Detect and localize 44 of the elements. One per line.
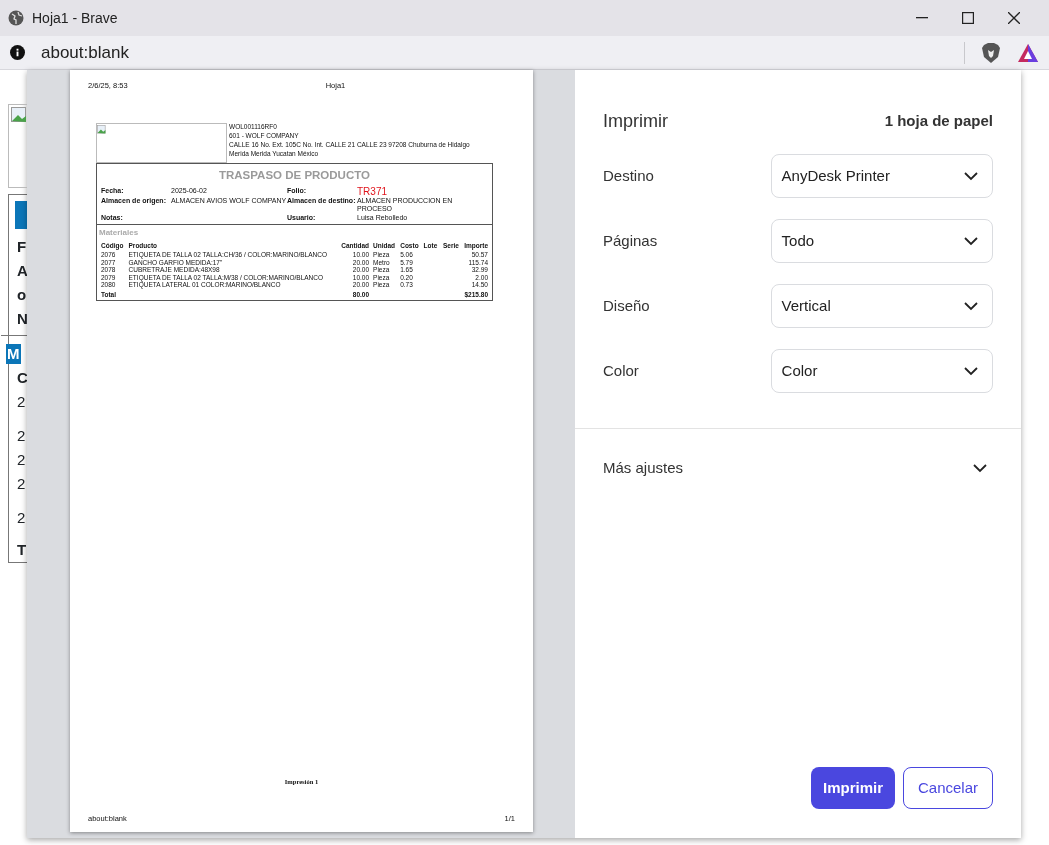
chevron-icon [964, 366, 978, 376]
globe-icon [8, 10, 24, 26]
print-button[interactable]: Imprimir [811, 767, 895, 809]
header-bar [15, 201, 27, 229]
chevron-icon [964, 171, 978, 181]
text-fragment: 2 [16, 509, 26, 526]
section-title: Materiales [99, 226, 140, 239]
option-label: Páginas [603, 230, 659, 251]
broken-image-icon [97, 125, 106, 135]
field-value: TR371 [357, 186, 388, 196]
text-fragment: N [16, 310, 27, 327]
text-fragment: 2 [16, 475, 26, 492]
text-fragment: C [16, 369, 27, 386]
text-fragment: 2 [16, 427, 26, 444]
text-fragment: T [16, 541, 27, 558]
text-fragment: A [16, 262, 27, 279]
cancel-button[interactable]: Cancelar [903, 767, 993, 809]
text-fragment: 2 [16, 451, 26, 468]
chevron-icon [964, 301, 978, 311]
broken-image-icon [11, 107, 27, 123]
minimize-icon [916, 17, 928, 19]
select-field[interactable]: AnyDesk Printer [770, 154, 993, 198]
info-icon[interactable] [10, 45, 25, 60]
text-fragment: 2 [16, 393, 26, 410]
option-label: Diseño [603, 295, 651, 316]
maximize-icon [962, 12, 974, 24]
option-label: Destino [603, 165, 655, 186]
select-field[interactable]: Vertical [770, 284, 993, 328]
address-bar[interactable]: about:blank [41, 39, 129, 66]
dialog-title: Imprimir [603, 109, 668, 133]
text-fragment: F [16, 238, 27, 255]
select-field[interactable]: Todo [770, 219, 993, 263]
lion-shield-icon[interactable] [981, 41, 1001, 64]
text-fragment: M [6, 344, 21, 364]
close-icon [1008, 12, 1020, 24]
sheet-count: 1 hoja de papel [884, 110, 993, 131]
select-field[interactable]: Color [770, 349, 993, 393]
chevron-icon [964, 236, 978, 246]
option-label: Color [603, 360, 640, 381]
more-settings-toggle[interactable]: Más ajustes [603, 457, 993, 480]
triangle-icon[interactable] [1017, 42, 1039, 63]
window-title: Hoja1 - Brave [32, 8, 118, 28]
text-fragment: o [16, 286, 27, 303]
document-title: TRASPASO DE PRODUCTO [218, 168, 371, 184]
